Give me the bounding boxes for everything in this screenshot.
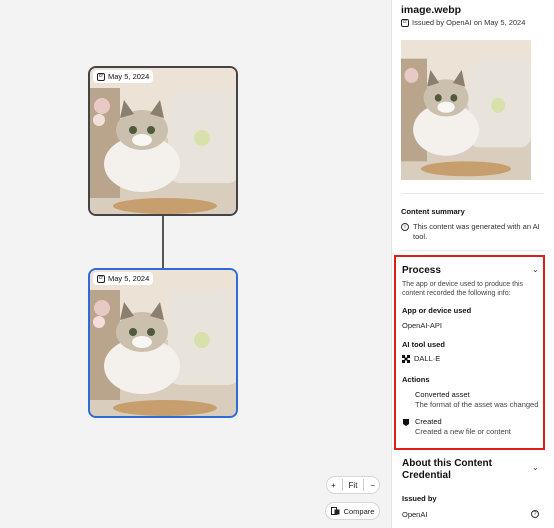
app-label: App or device used: [402, 306, 472, 315]
date-badge: cr May 5, 2024: [93, 70, 154, 83]
converted-asset-icon: [402, 391, 410, 400]
cat-image: [90, 68, 236, 214]
about-credential-title[interactable]: About this Content Credential: [402, 458, 512, 482]
date-badge: cr May 5, 2024: [93, 272, 154, 285]
zoom-divider: [341, 479, 343, 491]
compare-button[interactable]: Compare: [325, 502, 380, 520]
zoom-divider: [363, 479, 365, 491]
file-name: image.webp: [401, 4, 462, 16]
action-item: Converted asset The format of the asset …: [402, 390, 542, 410]
dalle-icon: [402, 354, 410, 363]
chevron-down-icon[interactable]: ⌄: [532, 265, 539, 274]
ai-tool-label: AI tool used: [402, 340, 445, 349]
issued-by-value: OpenAI: [402, 510, 428, 519]
process-title[interactable]: Process: [402, 265, 441, 276]
issued-by-label: Issued by: [402, 494, 437, 503]
info-icon: i: [401, 223, 409, 231]
asset-thumbnail: [401, 40, 531, 180]
content-credential-icon: cr: [97, 72, 105, 81]
node-connector: [162, 216, 164, 268]
cat-image: [90, 270, 236, 416]
ai-tool: DALL·E: [402, 354, 440, 363]
action-item: Created Created a new file or content: [402, 417, 542, 437]
zoom-out-button[interactable]: −: [368, 481, 377, 490]
zoom-controls: + Fit −: [326, 476, 380, 494]
compare-icon: [330, 507, 340, 515]
chevron-down-icon[interactable]: ⌄: [532, 463, 539, 472]
app-value: OpenAI-API: [402, 321, 443, 330]
cat-image: [401, 40, 531, 180]
actions-label: Actions: [402, 375, 430, 384]
process-description: The app or device used to produce this c…: [402, 281, 524, 297]
issued-line: cr Issued by OpenAI on May 5, 2024: [401, 18, 526, 27]
content-credential-icon: cr: [97, 274, 105, 283]
content-summary: i This content was generated with an AI …: [401, 222, 541, 242]
content-summary-title: Content summary: [401, 207, 465, 216]
content-credential-icon: cr: [401, 18, 409, 27]
asset-node-original[interactable]: cr May 5, 2024: [88, 66, 238, 216]
asset-node-current[interactable]: cr May 5, 2024: [88, 268, 238, 418]
section-divider: [401, 250, 544, 251]
created-icon: [403, 419, 409, 426]
provenance-canvas[interactable]: cr May 5, 2024 cr May 5, 2024 + Fit − Co…: [0, 0, 391, 528]
section-divider: [401, 193, 544, 194]
zoom-fit-button[interactable]: Fit: [347, 481, 360, 490]
zoom-in-button[interactable]: +: [329, 481, 338, 490]
help-icon[interactable]: ?: [531, 510, 539, 518]
